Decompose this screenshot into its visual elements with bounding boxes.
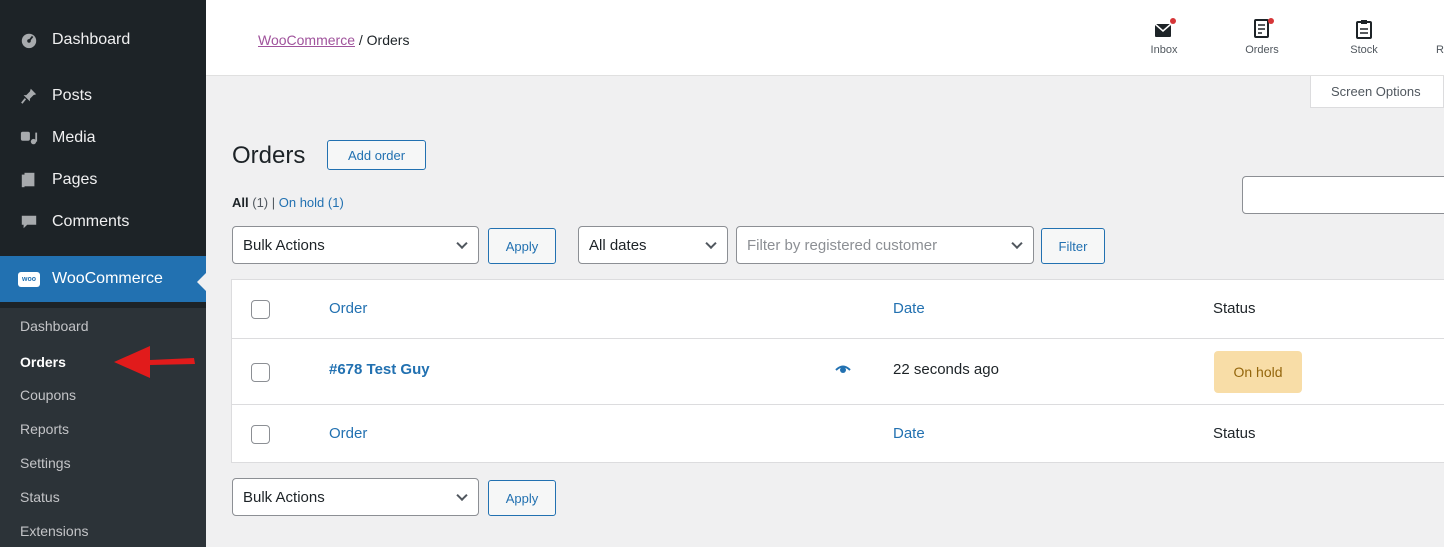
activity-label: Orders	[1245, 44, 1279, 56]
row-checkbox[interactable]	[251, 363, 270, 382]
sidebar-item-label: Comments	[52, 213, 130, 230]
views-separator: |	[268, 195, 279, 210]
orders-table: Order Date Status #678 Test Guy 22 secon…	[231, 279, 1444, 463]
submenu-item-status[interactable]: Status	[20, 489, 60, 505]
admin-sidebar: Dashboard Posts Media Pages Comments woo…	[0, 0, 206, 547]
search-orders-input[interactable]	[1242, 176, 1444, 214]
submenu-item-settings[interactable]: Settings	[20, 455, 71, 471]
media-icon	[20, 129, 38, 147]
dashboard-icon	[20, 31, 38, 49]
table-row[interactable]: #678 Test Guy 22 seconds ago On hold	[232, 339, 1444, 405]
sidebar-item-media[interactable]: Media	[0, 118, 206, 158]
submenu-item-extensions[interactable]: Extensions	[20, 523, 88, 539]
apply-button-bottom[interactable]: Apply	[488, 480, 556, 516]
activity-label: Inbox	[1150, 44, 1178, 56]
filter-button[interactable]: Filter	[1041, 228, 1105, 264]
column-header-order[interactable]: Order	[329, 300, 367, 317]
sidebar-item-label: Dashboard	[52, 31, 131, 48]
chevron-down-icon	[705, 237, 717, 250]
bulk-actions-select[interactable]: Bulk Actions	[232, 226, 479, 264]
chevron-down-icon	[1011, 237, 1023, 250]
select-all-checkbox[interactable]	[251, 300, 270, 319]
sidebar-item-label: Posts	[52, 87, 93, 104]
sidebar-item-label: Media	[52, 129, 96, 146]
submenu-item-orders[interactable]: Orders	[20, 354, 66, 370]
pages-icon	[20, 171, 38, 189]
pin-icon	[20, 87, 38, 105]
breadcrumb-separator: /	[355, 32, 367, 48]
select-placeholder: Filter by registered customer	[747, 236, 938, 254]
activity-reviews-button[interactable]: R	[1412, 18, 1444, 64]
add-order-button[interactable]: Add order	[327, 140, 426, 170]
sidebar-item-label: WooCommerce	[52, 270, 163, 287]
apply-button[interactable]: Apply	[488, 228, 556, 264]
view-all-link[interactable]: All	[232, 195, 249, 210]
table-header-row: Order Date Status	[232, 280, 1444, 339]
activity-orders-button[interactable]: Orders	[1232, 18, 1292, 64]
submenu-item-dashboard[interactable]: Dashboard	[20, 318, 89, 334]
breadcrumb: WooCommerce / Orders	[258, 32, 409, 48]
view-onhold-count: (1)	[327, 195, 344, 210]
activity-label: Stock	[1350, 44, 1378, 56]
column-footer-order[interactable]: Order	[329, 425, 367, 442]
submenu-item-reports[interactable]: Reports	[20, 421, 69, 437]
sidebar-item-posts[interactable]: Posts	[0, 76, 206, 116]
sidebar-item-woocommerce[interactable]: woo WooCommerce	[0, 256, 206, 302]
select-all-checkbox[interactable]	[251, 425, 270, 444]
breadcrumb-woocommerce-link[interactable]: WooCommerce	[258, 32, 355, 48]
order-link[interactable]: #678 Test Guy	[329, 361, 430, 378]
red-arrow-annotation	[114, 346, 195, 378]
sidebar-item-label: Pages	[52, 171, 98, 188]
customer-filter-select[interactable]: Filter by registered customer	[736, 226, 1034, 264]
chevron-down-icon	[456, 489, 468, 502]
screen-options-button[interactable]: Screen Options	[1310, 76, 1444, 108]
sidebar-item-comments[interactable]: Comments	[0, 202, 206, 242]
notification-dot	[1268, 18, 1274, 24]
column-footer-date[interactable]: Date	[893, 425, 925, 442]
select-value: Bulk Actions	[243, 236, 325, 254]
order-date: 22 seconds ago	[893, 361, 999, 378]
activity-inbox-button[interactable]: Inbox	[1134, 18, 1194, 64]
sidebar-item-dashboard[interactable]: Dashboard	[0, 20, 206, 60]
bulk-actions-select-bottom[interactable]: Bulk Actions	[232, 478, 479, 516]
top-header: WooCommerce / Orders Inbox Orders Stock …	[206, 0, 1444, 76]
select-value: Bulk Actions	[243, 488, 325, 506]
order-status-views: All (1) | On hold (1)	[232, 195, 344, 210]
page-title: Orders	[232, 142, 306, 169]
dates-filter-select[interactable]: All dates	[578, 226, 728, 264]
current-menu-caret	[197, 273, 206, 291]
column-header-status: Status	[1213, 300, 1256, 317]
view-onhold-link[interactable]: On hold	[279, 195, 325, 210]
submenu-item-coupons[interactable]: Coupons	[20, 387, 76, 403]
woocommerce-icon: woo	[18, 271, 40, 287]
stock-icon	[1356, 20, 1372, 39]
view-all-count: (1)	[252, 195, 269, 210]
activity-stock-button[interactable]: Stock	[1334, 18, 1394, 64]
breadcrumb-current: Orders	[366, 32, 410, 48]
preview-eye-icon[interactable]	[835, 365, 851, 375]
comment-icon	[20, 213, 38, 231]
chevron-down-icon	[456, 237, 468, 250]
column-header-date[interactable]: Date	[893, 300, 925, 317]
column-footer-status: Status	[1213, 425, 1256, 442]
activity-label: R	[1436, 44, 1444, 56]
sidebar-item-pages[interactable]: Pages	[0, 160, 206, 200]
notification-dot	[1170, 18, 1176, 24]
select-value: All dates	[589, 236, 647, 254]
table-footer-row: Order Date Status	[232, 405, 1444, 463]
status-badge: On hold	[1214, 351, 1302, 393]
